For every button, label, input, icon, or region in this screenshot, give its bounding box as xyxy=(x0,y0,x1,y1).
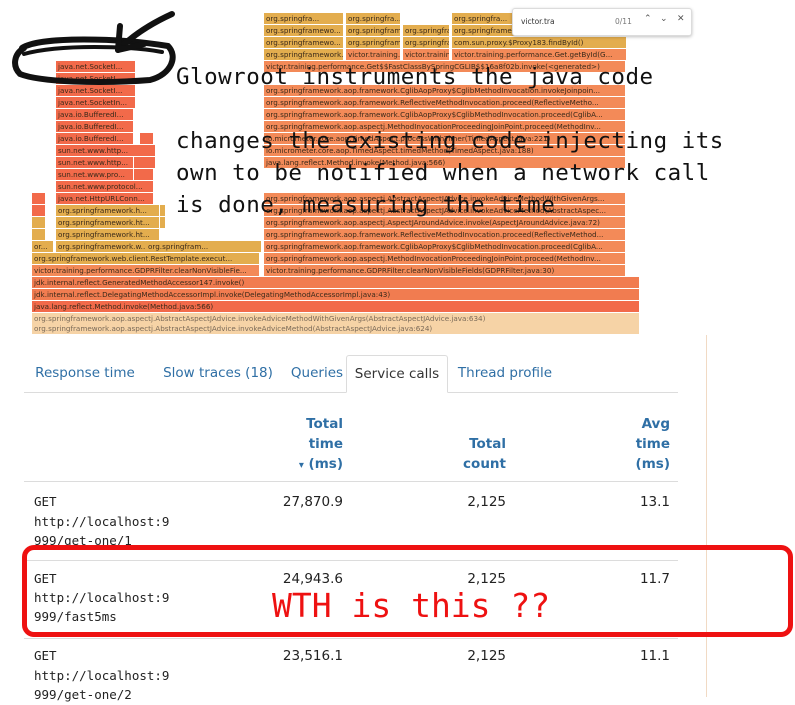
url-line: http://localhost:9 xyxy=(34,514,170,529)
find-match-count: 0/11 xyxy=(615,17,632,26)
flame-frame[interactable]: org.springframewo... xyxy=(346,37,401,48)
flame-frame[interactable]: org.springframework.aop.framework.CglibA… xyxy=(264,241,626,252)
flame-frame[interactable]: org.springframework.aop.aspectj.AspectJA… xyxy=(264,217,626,228)
tab-queries[interactable]: Queries xyxy=(278,355,356,392)
flame-frame[interactable]: org.springframework.h... xyxy=(56,205,160,216)
flame-frame[interactable]: org.springframework.w... xyxy=(56,241,160,252)
flame-frame[interactable]: java.lang.reflect.Method.invoke(Method.j… xyxy=(32,301,640,312)
flame-frame[interactable]: org.springframework.web.client.RestTempl… xyxy=(32,253,260,264)
url-line: 999/get-one/2 xyxy=(34,687,132,702)
total-count-cell: 2,125 xyxy=(467,494,506,510)
annotation-line-4: is done, measuring the time xyxy=(176,192,556,218)
header-text: time xyxy=(635,436,670,452)
row-divider xyxy=(24,638,678,639)
flame-frame[interactable]: victor.training.performance.Get.getById(… xyxy=(452,49,627,60)
flame-frame[interactable]: org.springframework... xyxy=(264,49,344,60)
flame-frame[interactable] xyxy=(140,133,154,144)
flame-frame[interactable]: org.springframework.aop.framework.CglibA… xyxy=(264,109,626,120)
flame-frame[interactable]: org.springframework.aop.aspectj.MethodIn… xyxy=(264,253,626,264)
header-text: (ms) xyxy=(635,456,670,472)
url-line: http://localhost:9 xyxy=(34,668,170,683)
header-divider xyxy=(24,481,678,482)
flame-frame[interactable] xyxy=(134,169,154,180)
tab-slow-traces[interactable]: Slow traces (18) xyxy=(148,355,288,392)
total-time-cell: 23,516.1 xyxy=(282,648,343,664)
flame-frame[interactable]: org.springframewo... xyxy=(264,37,344,48)
column-header-avg-time[interactable]: Avg time (ms) xyxy=(590,414,670,474)
flame-frame[interactable]: org.springframework.ht... xyxy=(56,229,160,240)
flame-frame[interactable]: java.net.SocketIn... xyxy=(56,97,136,108)
flame-frame[interactable] xyxy=(32,229,46,240)
total-time-cell: 27,870.9 xyxy=(282,494,343,510)
flame-frame[interactable]: com.sun.proxy.$Proxy183.findById() xyxy=(452,37,627,48)
close-icon[interactable]: ✕ xyxy=(677,14,685,24)
flame-frame[interactable]: java.io.BufferedI... xyxy=(56,133,134,144)
flame-frame[interactable] xyxy=(134,157,156,168)
http-method: GET xyxy=(34,648,57,663)
flame-frame[interactable]: victor.training.performance.GDPRFilter.c… xyxy=(264,265,626,276)
flame-frame[interactable]: org.springframework.aop.framework.Reflec… xyxy=(264,229,626,240)
flame-frame[interactable]: jdk.internal.reflect.GeneratedMethodAcce… xyxy=(32,277,640,288)
http-method: GET xyxy=(34,494,57,509)
tab-service-calls[interactable]: Service calls xyxy=(346,355,448,393)
tab-response-time[interactable]: Response time xyxy=(24,355,146,392)
flame-frame[interactable]: org.springframework... xyxy=(403,37,450,48)
divider xyxy=(706,335,707,697)
flame-frame[interactable]: org.springfra... xyxy=(346,13,401,24)
annotation-line-2: changes the existing code injecting its xyxy=(176,128,724,154)
flame-frame[interactable]: org.springfram... xyxy=(146,241,262,252)
total-count-cell: 2,125 xyxy=(467,648,506,664)
flame-frame[interactable]: victor.training.performance.GDPRFilter.c… xyxy=(32,265,260,276)
flame-frame[interactable] xyxy=(32,217,46,228)
column-header-total-time[interactable]: Total time ▾ (ms) xyxy=(263,414,343,476)
find-bar[interactable]: victor.tra 0/11 ⌃ ⌄ ✕ xyxy=(512,8,692,36)
flame-frame[interactable]: jdk.internal.reflect.DelegatingMethodAcc… xyxy=(32,289,640,300)
find-input[interactable]: victor.tra xyxy=(521,17,555,26)
chevron-down-icon[interactable]: ⌄ xyxy=(660,14,668,24)
flame-frame[interactable]: java.net.SocketI... xyxy=(56,73,136,84)
annotation-line-3: own to be notified when a network call xyxy=(176,160,710,186)
header-text: Avg xyxy=(641,416,670,432)
flame-frame[interactable] xyxy=(32,193,46,204)
flame-frame[interactable]: org.springframework... xyxy=(403,25,450,36)
avg-time-cell: 13.1 xyxy=(639,494,670,510)
chevron-up-icon[interactable]: ⌃ xyxy=(644,14,652,24)
flame-frame[interactable]: sun.net.www.http... xyxy=(56,157,134,168)
flame-frame[interactable]: java.net.HttpURLConn... xyxy=(56,193,154,204)
header-text: (ms) xyxy=(308,456,343,472)
flame-frame[interactable]: java.io.BufferedI... xyxy=(56,121,134,132)
flame-frame[interactable]: org.springframework.ht... xyxy=(56,217,160,228)
flame-frame[interactable]: java.net.SocketI... xyxy=(56,61,136,72)
flame-frame[interactable] xyxy=(130,145,156,156)
flame-frame[interactable] xyxy=(160,217,166,228)
tab-bar: Response time Slow traces (18) Queries S… xyxy=(24,355,678,393)
sort-desc-icon: ▾ xyxy=(298,460,304,471)
tab-thread-profile[interactable]: Thread profile xyxy=(452,355,558,392)
flame-frame[interactable]: sun.net.www.pro... xyxy=(56,169,134,180)
flame-frame[interactable]: org.springframework.aop.aspectj.Abstract… xyxy=(32,323,640,334)
header-text: Total xyxy=(469,436,506,452)
avg-time-cell: 11.1 xyxy=(639,648,670,664)
flame-frame[interactable]: org.springframework.aop.framework.Reflec… xyxy=(264,97,626,108)
flame-frame[interactable]: sun.net.www.http... xyxy=(56,145,134,156)
flame-frame[interactable]: java.io.BufferedI... xyxy=(56,109,134,120)
column-header-total-count[interactable]: Total count xyxy=(426,434,506,474)
annotation-line-1: Glowroot instruments the java code xyxy=(176,64,654,90)
header-text: count xyxy=(463,456,506,472)
flame-frame[interactable]: org.springframewo... xyxy=(264,25,344,36)
flame-frame[interactable]: sun.net.www.protocol... xyxy=(56,181,154,192)
header-text: Total xyxy=(306,416,343,432)
flame-frame[interactable]: java.net.SocketI... xyxy=(56,85,136,96)
flame-frame[interactable]: victor.training.performa... xyxy=(403,49,450,60)
flame-frame[interactable] xyxy=(160,205,166,216)
flame-frame[interactable]: or... xyxy=(32,241,54,252)
flame-frame[interactable]: org.springfra... xyxy=(264,13,344,24)
flame-frame[interactable] xyxy=(32,205,46,216)
flame-frame[interactable]: victor.training... xyxy=(346,49,401,60)
highlight-annotation: WTH is this ?? xyxy=(272,586,551,625)
header-text: time xyxy=(308,436,343,452)
flame-frame[interactable]: org.springframewo... xyxy=(346,25,401,36)
